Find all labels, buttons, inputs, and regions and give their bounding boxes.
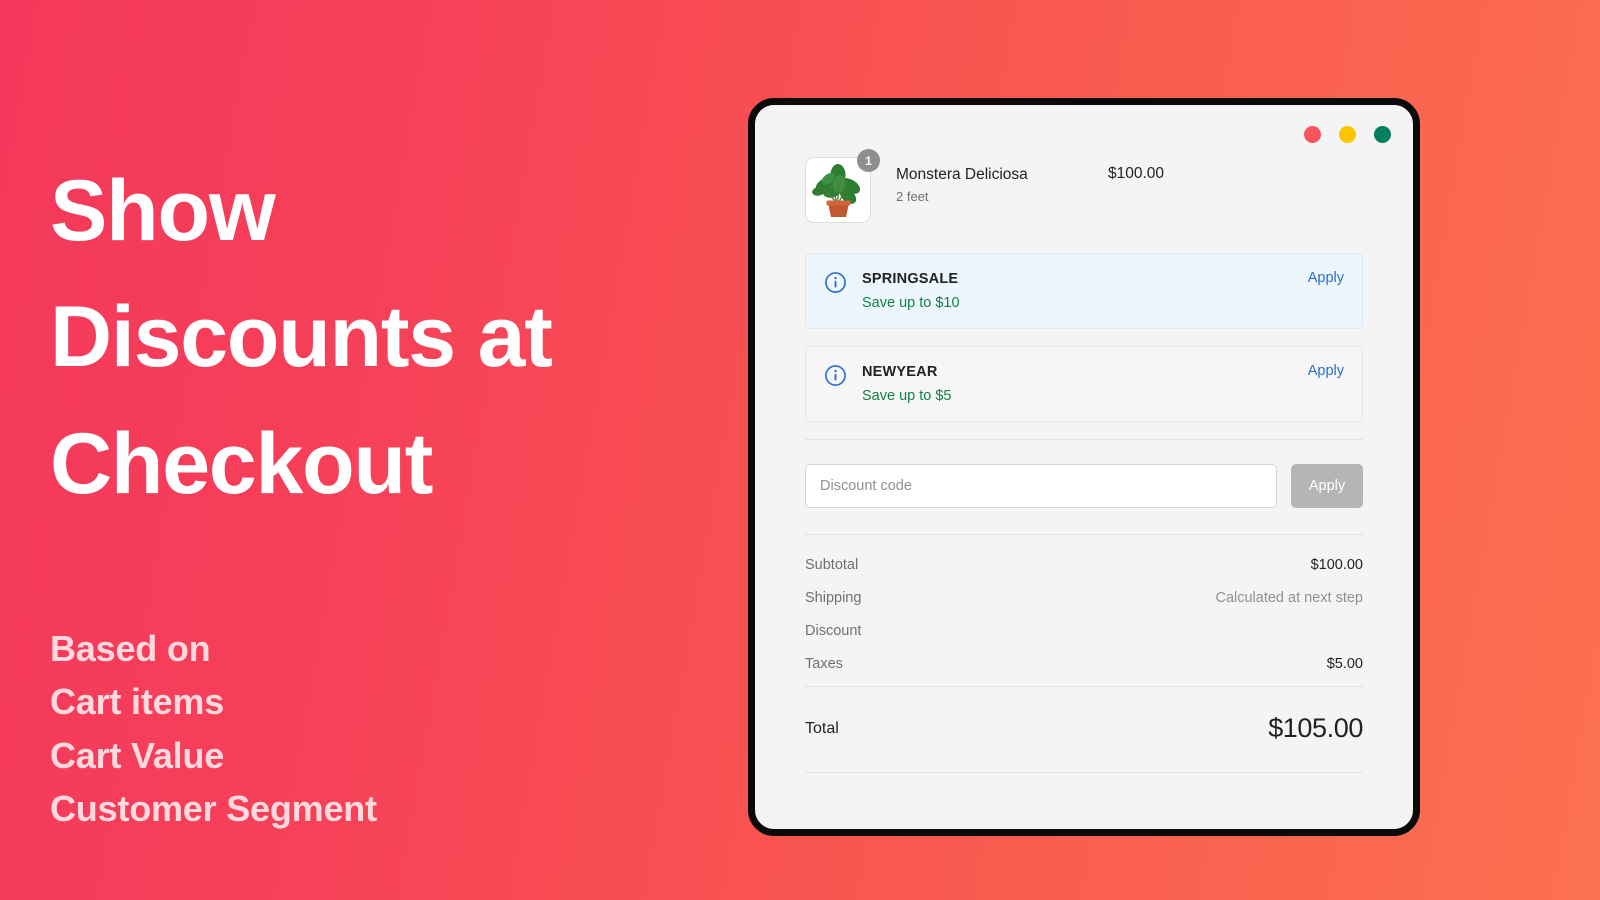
headline-line-2: Discounts at [50, 289, 553, 386]
summary-label: Discount [805, 623, 862, 639]
cart-line-item: 1 Monstera Deliciosa 2 feet $100.00 [805, 149, 1363, 223]
product-thumbnail-wrap: 1 [805, 149, 880, 223]
order-summary: Subtotal $100.00 Shipping Calculated at … [805, 535, 1363, 686]
discount-code-entry: Apply [805, 440, 1363, 534]
discount-savings-label: Save up to $10 [862, 295, 960, 311]
discount-card-springsale[interactable]: SPRINGSALE Save up to $10 Apply [805, 253, 1363, 329]
headline-line-1: Show [50, 163, 276, 259]
checkout-summary-panel: 1 Monstera Deliciosa 2 feet $100.00 SPRI… [755, 105, 1413, 773]
discount-code-input[interactable] [805, 464, 1277, 508]
hero-subpoints: Based on Cart items Cart Value Customer … [50, 622, 690, 835]
subpoint-cart-items: Cart items [50, 681, 225, 723]
product-info: Monstera Deliciosa 2 feet [896, 157, 1108, 204]
apply-discount-link-newyear[interactable]: Apply [1308, 363, 1344, 379]
subpoint-cart-value: Cart Value [50, 734, 225, 776]
summary-row-discount: Discount [805, 623, 1363, 639]
info-circle-icon [824, 364, 847, 387]
summary-label: Shipping [805, 590, 862, 606]
total-value: $105.00 [1268, 713, 1363, 743]
summary-row-subtotal: Subtotal $100.00 [805, 557, 1363, 573]
hero-panel: Show Discounts at Checkout Based on Cart… [50, 0, 710, 900]
discount-code-label: SPRINGSALE [862, 271, 959, 287]
product-title: Monstera Deliciosa [896, 166, 1028, 183]
summary-label: Taxes [805, 656, 843, 672]
summary-label: Subtotal [805, 557, 859, 573]
discount-card-newyear[interactable]: NEWYEAR Save up to $5 Apply [805, 346, 1363, 422]
apply-discount-link-springsale[interactable]: Apply [1308, 270, 1344, 286]
summary-value: $5.00 [1326, 656, 1363, 672]
product-price: $100.00 [1108, 165, 1165, 182]
discount-code-label: NEWYEAR [862, 364, 938, 380]
subpoint-intro: Based on [50, 628, 211, 669]
discount-savings-label: Save up to $5 [862, 388, 952, 404]
order-total-row: Total $105.00 [805, 687, 1363, 772]
quantity-badge: 1 [857, 149, 880, 172]
subpoint-customer-segment: Customer Segment [50, 787, 377, 829]
total-label: Total [805, 719, 839, 737]
summary-value: $100.00 [1310, 557, 1363, 573]
info-circle-icon [824, 271, 847, 294]
summary-value: Calculated at next step [1215, 590, 1363, 606]
page-title: Show Discounts at Checkout [50, 148, 690, 527]
headline-line-3: Checkout [50, 415, 433, 512]
apply-code-button[interactable]: Apply [1291, 464, 1363, 508]
product-variant: 2 feet [896, 189, 929, 205]
summary-row-shipping: Shipping Calculated at next step [805, 590, 1363, 606]
browser-window: 1 Monstera Deliciosa 2 feet $100.00 SPRI… [748, 98, 1420, 836]
divider-below-total [805, 772, 1363, 773]
summary-row-taxes: Taxes $5.00 [805, 656, 1363, 672]
